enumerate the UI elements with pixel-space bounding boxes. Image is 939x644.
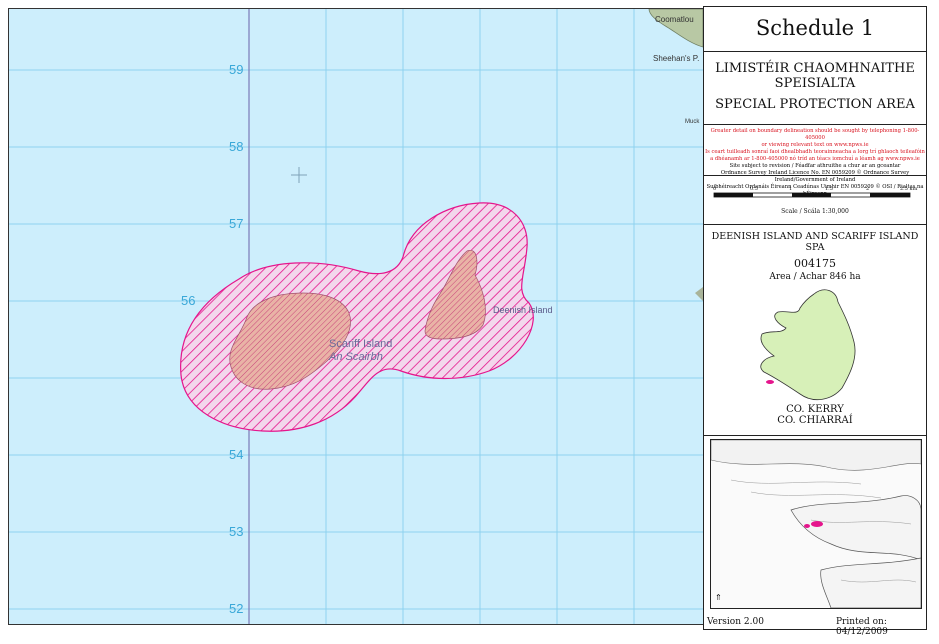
schedule-title: Schedule 1	[755, 16, 875, 40]
sheehans-label: Sheehan's P.	[653, 54, 699, 63]
kerry-county-shape	[760, 289, 856, 401]
notice-red-1: or viewing relevant text on www.npws.ie	[761, 142, 869, 148]
notice-red-0: Greater detail on boundary delineation s…	[710, 128, 920, 141]
scale-tick-2: 1	[789, 186, 792, 192]
scale-label: Scale / Scála 1:30,000	[781, 208, 849, 215]
grid-label-56: 56	[181, 293, 195, 308]
irish-title-line2: SPEISIALTA	[774, 76, 856, 91]
notice-red-2: Is ceart tuilleadh sonraí faoi dhealbhad…	[705, 149, 925, 155]
muck-label: Muck	[685, 119, 700, 125]
map-sheet: 59 58 57 56 54 53 52 Scariff Island An S…	[0, 0, 939, 644]
regional-locator-map[interactable]: ⇑	[710, 439, 922, 609]
regional-spa-marker	[811, 521, 823, 527]
site-info-box: DEENISH ISLAND AND SCARIFF ISLAND SPA 00…	[704, 225, 926, 436]
notice-red-3: a dhéanamh ar 1-800-405000 nó tríd an té…	[710, 156, 920, 162]
legend-panel: Schedule 1 LIMISTÉIR CHAOMHNAITHE SPEISI…	[703, 6, 927, 630]
mainland-rocks	[695, 287, 703, 301]
schedule-box: Schedule 1	[704, 7, 926, 52]
grid-label-59: 59	[229, 62, 243, 77]
regional-map-canvas: ⇑	[711, 440, 921, 608]
printed-date: Printed on: 04/12/2009	[836, 617, 888, 637]
scale-tick-0: 0	[713, 186, 716, 192]
county-en: CO. KERRY	[786, 404, 844, 415]
scale-tick-5: 2.5 km	[900, 186, 918, 192]
site-area: Area / Achar 846 ha	[769, 272, 861, 282]
map-canvas: 59 58 57 56 54 53 52 Scariff Island An S…	[9, 9, 703, 624]
english-title: SPECIAL PROTECTION AREA	[715, 97, 915, 112]
deenish-label-text: Deenish Island	[493, 305, 553, 315]
north-arrow-icon: ⇑	[715, 593, 722, 602]
site-name: DEENISH ISLAND AND SCARIFF ISLAND SPA	[711, 231, 919, 253]
notice-black-0: Site subject to revision / Féadfar athru…	[729, 163, 901, 169]
designation-box: LIMISTÉIR CHAOMHNAITHE SPEISIALTA SPECIA…	[704, 52, 926, 125]
grid-label-54: 54	[229, 447, 243, 462]
deenish-label: Deenish Island	[493, 305, 553, 315]
coomatlou-label: Coomatlou	[655, 15, 694, 24]
version-text: Version 2.00	[707, 617, 764, 627]
irish-title-line1: LIMISTÉIR CHAOMHNAITHE	[715, 61, 915, 76]
spa-location-marker	[766, 380, 774, 384]
county-locator-map	[760, 289, 856, 401]
scale-bar: 0 0.5 1 1.5 2 2.5 km Scale / Scála 1:30,…	[713, 186, 918, 215]
site-code: 004175	[794, 257, 836, 270]
grid-label-57: 57	[229, 216, 243, 231]
scariff-label-en: Scariff Island	[329, 338, 392, 350]
county-ga: CO. CHIARRAÍ	[777, 415, 853, 426]
survey-cross	[291, 167, 307, 183]
grid-label-58: 58	[229, 139, 243, 154]
scale-box: 0 0.5 1 1.5 2 2.5 km Scale / Scála 1:30,…	[704, 176, 926, 225]
grid-label-52: 52	[229, 601, 243, 616]
scale-tick-3: 1.5	[825, 186, 833, 192]
scale-tick-1: 0.5	[750, 186, 758, 192]
scale-tick-4: 2	[866, 186, 869, 192]
grid-label-53: 53	[229, 524, 243, 539]
main-map[interactable]: 59 58 57 56 54 53 52 Scariff Island An S…	[8, 8, 704, 625]
notice-box: Greater detail on boundary delineation s…	[704, 125, 926, 197]
scariff-label-ga: An Scairbh	[328, 351, 383, 363]
